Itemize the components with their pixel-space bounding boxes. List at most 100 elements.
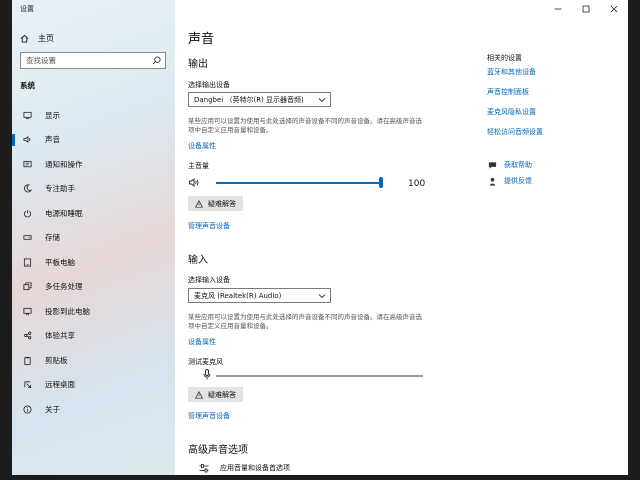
section-title: 系统 [20,81,35,90]
related-link-microphone-privacy[interactable]: 麦克风隐私设置 [487,107,536,117]
output-device-properties-link[interactable]: 设备属性 [188,141,216,151]
give-feedback-label: 提供反馈 [504,177,532,185]
get-help-link[interactable]: 获取帮助 [488,160,532,170]
minimize-button[interactable] [544,0,572,18]
clipboard-icon [20,356,34,365]
window-title: 设置 [20,5,34,13]
input-device-value: 麦克风 (Realtek(R) Audio) [194,291,282,300]
settings-window: 设置 主页 查找设置 系统 显示 声音 通知和操作 专注助手 电源和睡眠 存储 … [12,0,628,475]
related-link-bluetooth[interactable]: 蓝牙和其他设备 [487,67,536,77]
chevron-down-icon [318,294,326,299]
sidebar-item-tablet[interactable]: 平板电脑 [12,250,175,275]
input-device-label: 选择输入设备 [188,276,230,284]
maximize-icon [582,5,590,13]
sidebar-item-clipboard[interactable]: 剪贴板 [12,348,175,373]
search-placeholder: 查找设置 [26,56,56,65]
sidebar-item-display[interactable]: 显示 [12,103,175,128]
troubleshoot-label: 疑难解答 [208,390,236,399]
master-volume-slider[interactable] [216,182,381,184]
sidebar-item-power[interactable]: 电源和睡眠 [12,201,175,226]
share-icon [20,331,34,340]
master-volume-thumb[interactable] [379,177,383,188]
maximize-button[interactable] [572,0,600,18]
advanced-heading: 高级声音选项 [188,445,248,456]
input-manage-devices-link[interactable]: 管理声音设备 [188,411,230,421]
microphone-icon [203,369,211,380]
test-microphone-label: 测试麦克风 [188,358,223,366]
sidebar-item-label: 平板电脑 [45,257,75,267]
sidebar-nav: 显示 声音 通知和操作 专注助手 电源和睡眠 存储 平板电脑 多任务处理 投影到… [12,103,175,422]
sidebar-item-multitasking[interactable]: 多任务处理 [12,275,175,300]
sidebar-item-label: 通知和操作 [45,159,83,169]
sidebar-item-remote-desktop[interactable]: 远程桌面 [12,373,175,398]
input-device-select[interactable]: 麦克风 (Realtek(R) Audio) [188,288,331,303]
page-title: 声音 [188,32,215,47]
sidebar-item-project[interactable]: 投影到此电脑 [12,299,175,324]
warning-icon [195,390,203,399]
volume-icon[interactable] [189,178,200,187]
output-troubleshoot-button[interactable]: 疑难解答 [188,196,243,211]
output-device-label: 选择输出设备 [188,81,230,89]
output-device-select[interactable]: Dangbei （英特尔(R) 显示器音频) [188,92,331,107]
output-device-value: Dangbei （英特尔(R) 显示器音频) [194,95,304,104]
output-manage-devices-link[interactable]: 管理声音设备 [188,221,230,231]
main-pane: 声音 输出 选择输出设备 Dangbei （英特尔(R) 显示器音频) 某些应用… [175,0,628,475]
sidebar-item-about[interactable]: 关于 [12,397,175,422]
window-controls [544,0,628,18]
sidebar: 设置 主页 查找设置 系统 显示 声音 通知和操作 专注助手 电源和睡眠 存储 … [12,0,175,475]
minimize-icon [554,8,562,10]
troubleshoot-label: 疑难解答 [208,199,236,208]
sidebar-item-label: 专注助手 [45,184,75,194]
app-volume-preferences[interactable]: 应用音量和设备首选项 [199,463,290,473]
home-label: 主页 [38,33,54,43]
home-link[interactable]: 主页 [20,32,54,44]
output-description: 某些应用可以设置为使用与此处选择的声音设备不同的声音设备。请在高级声音选项中自定… [188,117,422,134]
display-icon [20,111,34,120]
sidebar-item-notifications[interactable]: 通知和操作 [12,152,175,177]
storage-icon [20,233,34,242]
sidebar-item-label: 剪贴板 [45,355,68,365]
input-device-properties-link[interactable]: 设备属性 [188,337,216,347]
help-chat-icon [488,161,497,169]
remote-icon [20,380,34,389]
sidebar-item-label: 显示 [45,110,60,120]
project-icon [20,307,34,316]
sidebar-item-label: 体验共享 [45,331,75,341]
related-link-sound-control-panel[interactable]: 声音控制面板 [487,87,529,97]
multitask-icon [20,282,34,291]
related-link-ease-of-access-audio[interactable]: 轻松访问音频设置 [487,127,543,137]
feedback-person-icon [489,177,496,186]
sidebar-item-label: 关于 [45,404,60,414]
sidebar-item-label: 存储 [45,233,60,243]
sidebar-item-shared-experiences[interactable]: 体验共享 [12,324,175,349]
sidebar-item-focus-assist[interactable]: 专注助手 [12,177,175,202]
app-volume-label: 应用音量和设备首选项 [220,464,290,472]
moon-icon [20,184,34,193]
input-heading: 输入 [188,255,208,266]
tablet-icon [20,258,34,267]
master-volume-value: 100 [408,179,426,189]
sidebar-item-label: 电源和睡眠 [45,208,83,218]
search-input[interactable]: 查找设置 [20,52,166,69]
output-heading: 输出 [188,59,208,70]
input-description: 某些应用可以设置为使用与此处选择的声音设备不同的声音设备。请在高级声音选项中自定… [188,313,422,330]
microphone-level-meter [216,375,423,377]
sidebar-item-storage[interactable]: 存储 [12,226,175,251]
chevron-down-icon [318,98,326,103]
info-icon [20,405,34,414]
close-button[interactable] [600,0,628,18]
sidebar-item-label: 投影到此电脑 [45,306,90,316]
input-troubleshoot-button[interactable]: 疑难解答 [188,387,243,402]
sidebar-item-label: 远程桌面 [45,380,75,390]
home-icon [20,34,29,43]
master-volume-fill [216,182,381,184]
warning-icon [195,199,203,208]
sidebar-item-sound[interactable]: 声音 [12,128,175,153]
sidebar-item-label: 多任务处理 [45,282,83,292]
give-feedback-link[interactable]: 提供反馈 [488,176,532,186]
sidebar-item-label: 声音 [45,135,60,145]
power-icon [20,209,34,218]
sliders-icon [199,463,209,472]
notification-icon [20,160,34,169]
master-volume-label: 主音量 [188,162,209,170]
